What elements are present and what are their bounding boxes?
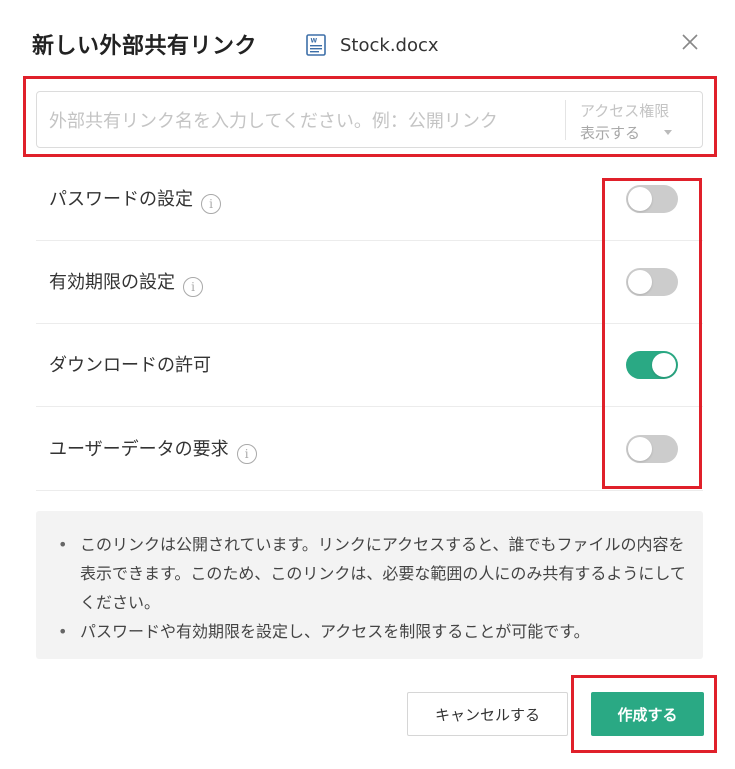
- highlight-link-name: [23, 76, 717, 157]
- info-icon[interactable]: i: [236, 444, 257, 464]
- notice-item: このリンクは公開されています。リンクにアクセスすると、誰でもファイルの内容を表示…: [58, 530, 686, 617]
- svg-text:W: W: [311, 38, 318, 45]
- setting-label-user-data: ユーザーデータの要求 i: [49, 435, 257, 464]
- public-link-notice: このリンクは公開されています。リンクにアクセスすると、誰でもファイルの内容を表示…: [36, 511, 703, 659]
- dialog-title: 新しい外部共有リンク: [32, 34, 258, 59]
- cancel-button[interactable]: キャンセルする: [407, 692, 568, 736]
- setting-label-expiry: 有効期限の設定 i: [49, 268, 203, 297]
- info-icon[interactable]: i: [201, 194, 221, 214]
- word-document-icon: W: [306, 34, 326, 56]
- setting-label-download: ダウンロードの許可: [49, 355, 211, 376]
- notice-item: パスワードや有効期限を設定し、アクセスを制限することが可能です。: [58, 617, 686, 646]
- row-divider: [36, 490, 703, 491]
- info-icon[interactable]: i: [183, 277, 203, 297]
- highlight-toggles: [602, 178, 702, 489]
- file-name: Stock.docx: [340, 35, 439, 56]
- setting-label-password: パスワードの設定 i: [49, 185, 221, 214]
- highlight-create-button: [571, 675, 717, 753]
- close-icon[interactable]: [678, 30, 702, 54]
